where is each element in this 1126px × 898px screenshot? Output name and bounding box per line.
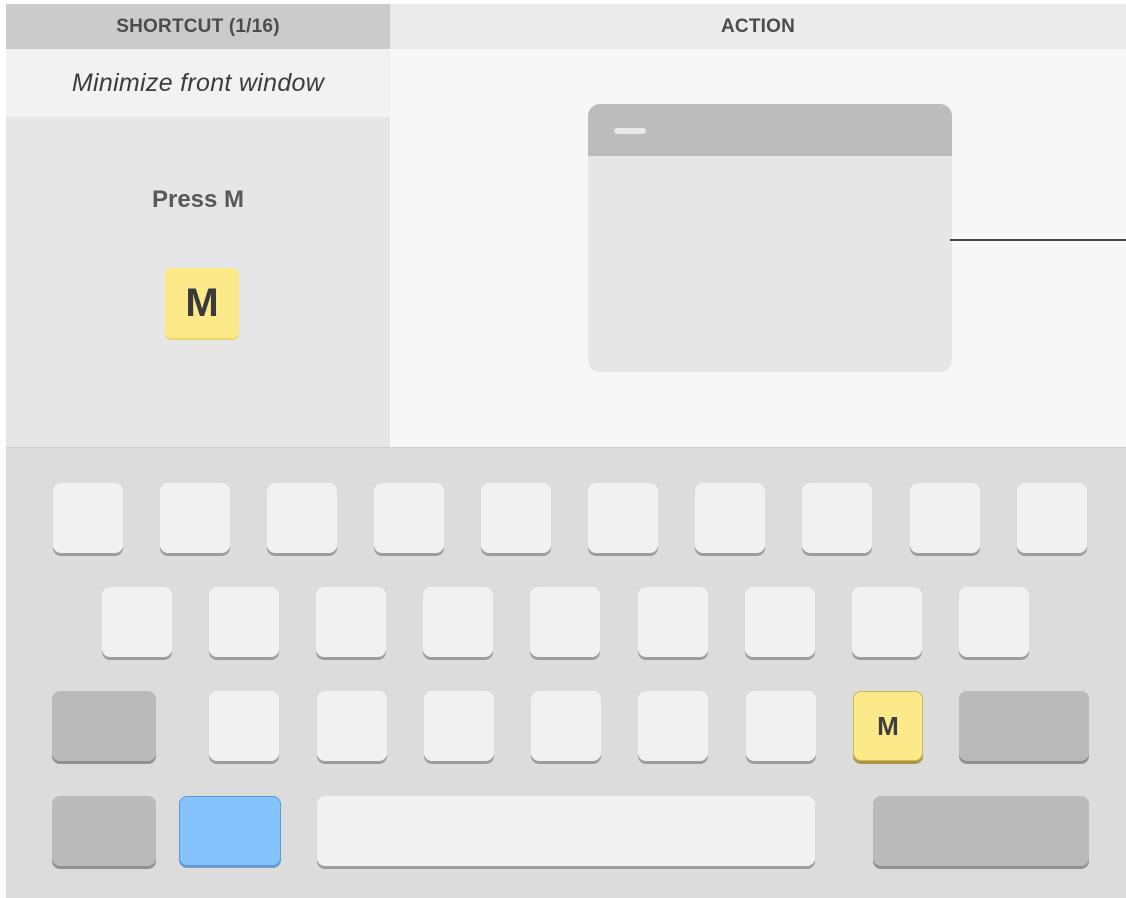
- required-key-cap: M: [165, 268, 239, 338]
- modifier-key-right[interactable]: [873, 796, 1089, 866]
- keyboard-key[interactable]: [959, 587, 1029, 657]
- spacebar-key[interactable]: [317, 796, 815, 866]
- keyboard-key[interactable]: [638, 587, 708, 657]
- keyboard-key[interactable]: [531, 691, 601, 761]
- keyboard-key[interactable]: [317, 691, 387, 761]
- window-titlebar: [588, 104, 952, 156]
- window-illustration: [588, 104, 952, 372]
- action-header-label: ACTION: [720, 15, 796, 37]
- keyboard-key[interactable]: [802, 483, 872, 553]
- keyboard-key[interactable]: [746, 691, 816, 761]
- press-instruction: Press M: [151, 186, 245, 213]
- keyboard-key[interactable]: [695, 483, 765, 553]
- keyboard-key[interactable]: [1017, 483, 1087, 553]
- shortcut-column-header: SHORTCUT (1/16): [6, 4, 390, 49]
- shortcut-title-text: Minimize front window: [71, 68, 325, 97]
- shortcut-header-label: SHORTCUT (1/16): [116, 15, 280, 37]
- keyboard-key[interactable]: [530, 587, 600, 657]
- key-m-highlighted[interactable]: M: [853, 691, 923, 761]
- dock-connector-line: [950, 239, 1126, 241]
- keyboard-key[interactable]: [588, 483, 658, 553]
- keyboard-key[interactable]: [160, 483, 230, 553]
- keyboard-key[interactable]: [209, 587, 279, 657]
- modifier-key-left[interactable]: [52, 796, 156, 866]
- keyboard-key[interactable]: [53, 483, 123, 553]
- keyboard-key[interactable]: [102, 587, 172, 657]
- keyboard-key[interactable]: [745, 587, 815, 657]
- minimize-icon: [614, 128, 646, 134]
- keyboard-key[interactable]: [267, 483, 337, 553]
- keyboard-key[interactable]: [638, 691, 708, 761]
- keyboard-key[interactable]: [374, 483, 444, 553]
- action-column-header: ACTION: [390, 4, 1126, 49]
- keyboard-key[interactable]: [316, 587, 386, 657]
- shortcut-title: Minimize front window: [6, 49, 390, 117]
- action-illustration-panel: [390, 49, 1126, 447]
- keyboard-key[interactable]: [423, 587, 493, 657]
- keyboard-key[interactable]: [481, 483, 551, 553]
- keyboard-key[interactable]: [424, 691, 494, 761]
- keyboard-key[interactable]: [852, 587, 922, 657]
- keyboard: M: [6, 447, 1126, 898]
- shift-key-right[interactable]: [959, 691, 1089, 761]
- keyboard-key[interactable]: [910, 483, 980, 553]
- command-key[interactable]: [179, 796, 281, 866]
- shift-key-left[interactable]: [52, 691, 156, 761]
- shortcut-instruction-panel: Press M M: [6, 117, 390, 447]
- keyboard-key[interactable]: [209, 691, 279, 761]
- shortcut-trainer-app: SHORTCUT (1/16) ACTION Minimize front wi…: [0, 0, 1126, 898]
